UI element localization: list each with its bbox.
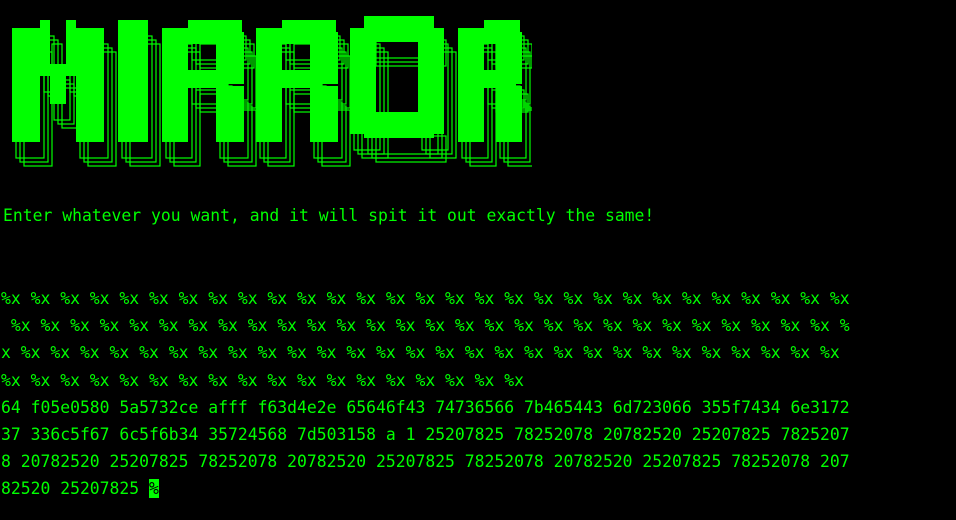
- terminal-cursor[interactable]: %: [149, 479, 159, 499]
- output-line: 8 20782520 25207825 78252078 20782520 25…: [1, 452, 850, 472]
- output-line-text: 82520 25207825: [1, 479, 150, 499]
- output-line: x %x %x %x %x %x %x %x %x %x %x %x %x %x…: [1, 343, 840, 363]
- program-output: % x %x %x %x %x %x %x %x %x %x %x %x %x %…: [1, 285, 951, 503]
- intro-message: Enter whatever you want, and it will spi…: [3, 206, 655, 225]
- output-line-last: 82520 25207825 %: [1, 475, 951, 502]
- output-line: 37 336c5f67 6c5f6b34 35724568 7d503158 a…: [1, 424, 850, 444]
- ascii-banner-art: [12, 16, 532, 167]
- output-line: 64 f05e0580 5a5732ce afff f63d4e2e 65646…: [1, 397, 850, 417]
- terminal-window[interactable]: Enter whatever you want, and it will spi…: [0, 0, 956, 520]
- output-line: %x %x %x %x %x %x %x %x %x %x %x %x %x %…: [1, 316, 850, 336]
- output-line: %x %x %x %x %x %x %x %x %x %x %x %x %x %…: [1, 289, 850, 308]
- output-line: %x %x %x %x %x %x %x %x %x %x %x %x %x %…: [1, 370, 525, 390]
- ascii-banner: [12, 12, 532, 168]
